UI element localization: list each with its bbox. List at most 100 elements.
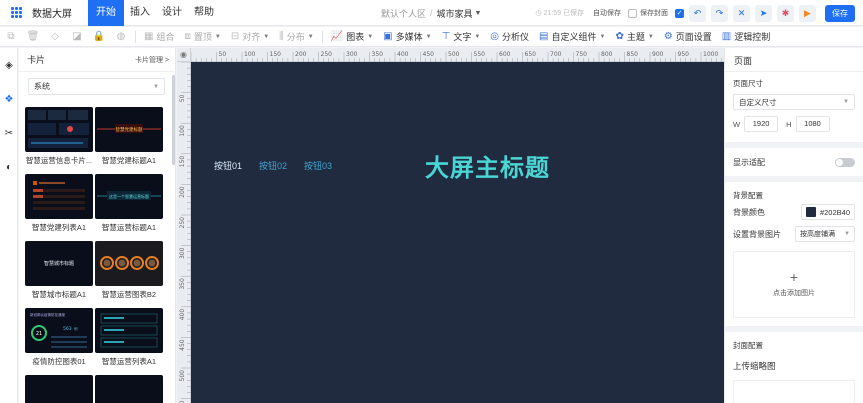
eraser-icon[interactable]: ◇ [44,27,66,47]
undo-icon: ↶ [693,7,702,18]
gauge-thumbnail-graphic [100,256,159,270]
breadcrumb-current[interactable]: 城市家具 [437,7,473,20]
theme-palette-icon[interactable]: ◐ [0,150,18,184]
card-item[interactable]: 智慧城市标题 智慧城市标题A1 [25,241,93,304]
lock-icon[interactable]: 🔒 [88,27,110,47]
thumb-epidemic-heading: 新冠肺炎疫情防控通报 [30,312,65,317]
menu-tab-insert[interactable]: 插入 [124,0,156,26]
expand-icon: ✕ [737,7,746,18]
thumb-epidemic-percent: 21 [36,331,42,337]
bg-image-upload[interactable]: + 点击添加图片 [733,251,855,318]
toolbar-page-settings[interactable]: ⚙ 页面设置 [659,27,717,47]
card-manage-link[interactable]: 卡片管理 > [135,55,169,65]
ruler-label: 150 [270,51,282,58]
toolbar-custom-component[interactable]: ▤ 自定义组件 ▼ [534,27,610,47]
toolbar-theme[interactable]: ✿ 主题 ▼ [610,27,658,47]
screen-main-title[interactable]: 大屏主标题 [425,148,550,183]
cards-icon[interactable]: ❖ [0,82,18,116]
card-category-value: 系统 [34,82,50,91]
left-icon-rail: ◈ ❖ ✂ ◐ [0,48,18,403]
redo-button[interactable]: ↷ [711,4,728,22]
chevron-down-icon[interactable]: ▼ [475,10,482,17]
delete-icon[interactable]: 🗑 [22,27,44,47]
tools-icon[interactable]: ✂ [0,116,18,150]
breadcrumb-separator: / [430,8,433,18]
ruler-label: 900 [652,51,664,58]
redo-icon: ↷ [715,7,724,18]
toolbar-align[interactable]: ⊟ 对齐 ▼ [226,27,274,47]
width-input[interactable]: 1920 [744,116,779,132]
ruler-corner-eye-icon[interactable]: ◉ [177,48,191,62]
stage-button-03[interactable]: 按钮03 [304,159,332,172]
toolbar-divider [135,30,136,43]
toolbar-theme-label: 主题 [626,32,645,42]
card-item[interactable] [95,375,163,403]
toolbar-text[interactable]: ⊤ 文字 ▼ [437,27,486,47]
card-item[interactable]: 智慧运营列表A1 [95,308,163,371]
copy-icon[interactable]: ⧉ [0,27,22,47]
share-icon: ✱ [781,7,790,18]
page-size-label: 页面尺寸 [733,79,763,88]
card-panel-header: 卡片 卡片管理 > [19,48,175,72]
app-grid-icon[interactable] [11,6,23,19]
stage-button-01[interactable]: 按钮01 [214,159,242,172]
card-item[interactable]: 智慧党建列表A1 [25,174,93,237]
card-item[interactable]: 智慧党建标题 智慧党建标题A1 [95,107,163,170]
save-cover-checked-checkbox[interactable]: ✓ [675,8,684,18]
format-brush-icon[interactable]: ◪ [66,27,88,47]
toolbar-distribute[interactable]: ⫼ 分布 ▼ [274,27,319,47]
media-icon: ▣ [383,31,393,42]
scrollbar-thumb[interactable] [172,75,175,165]
bg-color-label: 背景颜色 [733,207,765,217]
toolbar-divider [321,30,323,43]
play-button[interactable]: ▶ [799,4,816,22]
display-adapt-toggle[interactable] [835,157,855,167]
layers-icon[interactable]: ◈ [0,48,18,82]
card-thumbnail [95,308,163,353]
height-input[interactable]: 1080 [795,116,830,132]
card-item[interactable]: 智慧运营图表B2 [95,241,163,304]
thumb-ops-title: 这是一个智慧运营标题 [109,193,149,199]
ruler-label: 200 [295,51,307,58]
toolbar-analyzer[interactable]: ◎ 分析仪 [485,27,534,47]
card-category-select[interactable]: 系统 ▼ [28,78,165,95]
bg-color-row: 背景颜色 #202B40 [733,201,855,223]
menu-tab-start[interactable]: 开始 [88,0,124,26]
save-button[interactable]: 保存 [825,4,855,22]
menu-tab-help[interactable]: 帮助 [188,0,220,26]
menu-tab-design[interactable]: 设计 [156,0,188,26]
toolbar-bring-front[interactable]: ⧈ 置顶 ▼ [179,27,225,47]
bg-color-value: #202B40 [819,207,850,217]
card-grid: 智慧运营信息卡片... 智慧党建标题 智慧党建标题A1 智慧党建列表A1 这是一… [25,107,167,403]
page-size-select[interactable]: 自定义尺寸 ▼ [733,94,855,110]
bag-icon[interactable]: ◍ [110,27,132,47]
toolbar-chart[interactable]: 📈 图表 ▼ [326,27,378,47]
display-adapt-row: 显示适配 [733,148,855,176]
undo-button[interactable]: ↶ [689,4,706,22]
save-cover-checkbox[interactable] [628,8,637,18]
publish-button[interactable]: ➤ [755,4,772,22]
card-panel-scrollbar[interactable] [172,75,175,403]
thumb-epidemic-unit: 例 [74,326,78,331]
preview-button[interactable]: ✕ [733,4,750,22]
toolbar-page-settings-label: 页面设置 [675,32,712,42]
toolbar-text-label: 文字 [453,32,472,42]
stage-button-02[interactable]: 按钮02 [259,159,287,172]
toolbar-group[interactable]: ▦ 组合 [139,27,179,47]
distribute-icon: ⫼ [279,31,284,42]
toolbar-media[interactable]: ▣ 多媒体 ▼ [378,27,436,47]
ruler-label: 300 [346,51,358,58]
card-item[interactable]: 这是一个智慧运营标题 智慧运营标题A1 [95,174,163,237]
card-item[interactable] [25,375,93,403]
canvas-stage[interactable]: 按钮01 按钮02 按钮03 大屏主标题 [191,62,724,403]
thumbnail-upload[interactable]: + [733,380,855,403]
bg-color-picker[interactable]: #202B40 [800,204,855,220]
bg-image-mode-select[interactable]: 按高度铺满 ▼ [795,226,855,242]
card-item[interactable]: 新冠肺炎疫情防控通报 21 563 例 疫情防控图表01 [25,308,93,371]
align-icon: ⊟ [230,31,240,42]
save-status: ◷ 21:59 已保存 [535,8,584,18]
toolbar-logic-control[interactable]: ▥ 逻辑控制 [717,27,775,47]
breadcrumb-space[interactable]: 默认个人区 [381,7,426,20]
card-item[interactable]: 智慧运营信息卡片... [25,107,93,170]
share-button[interactable]: ✱ [777,4,794,22]
